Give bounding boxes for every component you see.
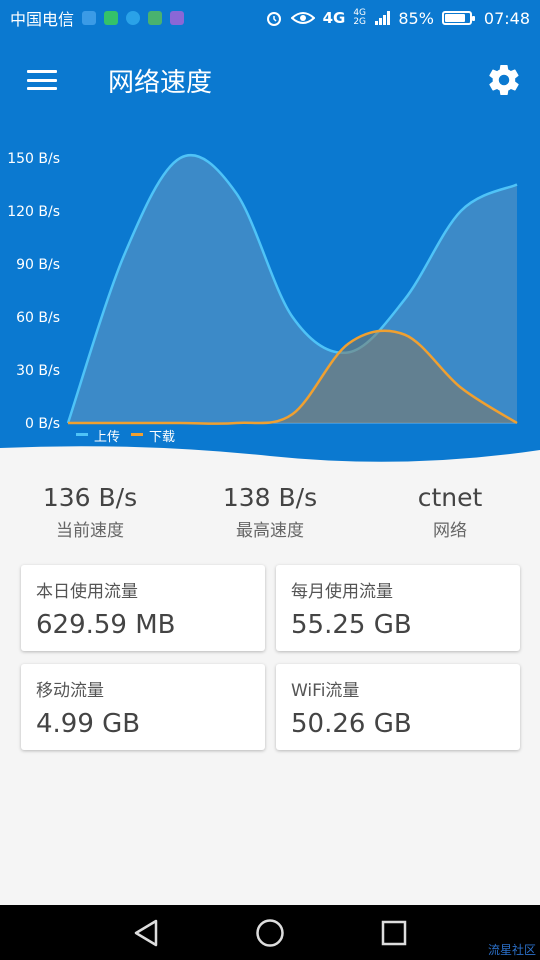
y-tick-label: 150 B/s bbox=[7, 151, 60, 167]
battery-percent: 85% bbox=[398, 8, 434, 28]
legend-label: 上传 bbox=[94, 430, 120, 445]
chart-bottom-wave bbox=[0, 446, 540, 462]
stat-label: 当前速度 bbox=[56, 521, 124, 541]
y-tick-label: 90 B/s bbox=[16, 257, 60, 273]
stat-current-speed: 136 B/s 当前速度 bbox=[0, 483, 180, 541]
y-tick-label: 120 B/s bbox=[7, 204, 60, 220]
signal-icon bbox=[375, 11, 391, 25]
card-title: 每月使用流量 bbox=[291, 582, 393, 602]
card-value: 55.25 GB bbox=[291, 610, 412, 640]
alarm-icon bbox=[266, 12, 281, 26]
app-bar: 网络速度 bbox=[0, 36, 540, 124]
recents-button[interactable] bbox=[376, 915, 412, 951]
stats-row: 136 B/s 当前速度 138 B/s 最高速度 ctnet 网络 bbox=[0, 483, 540, 541]
back-button[interactable] bbox=[128, 915, 164, 951]
stat-value: 136 B/s bbox=[42, 483, 138, 512]
notification-icon-4 bbox=[148, 11, 163, 25]
notification-icon-5 bbox=[170, 11, 185, 25]
menu-button[interactable] bbox=[0, 36, 84, 124]
clock: 07:48 bbox=[483, 8, 530, 28]
card-title: 移动流量 bbox=[36, 681, 104, 701]
back-triangle-icon bbox=[134, 919, 158, 946]
legend-swatch bbox=[131, 433, 143, 436]
y-tick-label: 0 B/s bbox=[25, 416, 60, 432]
stat-label: 网络 bbox=[433, 521, 467, 541]
stat-value: 138 B/s bbox=[222, 483, 318, 512]
notification-icon-1 bbox=[82, 11, 97, 25]
home-button[interactable] bbox=[252, 915, 288, 951]
card-value: 4.99 GB bbox=[36, 709, 141, 739]
card-daily-usage[interactable]: 本日使用流量 629.59 MB bbox=[21, 565, 265, 651]
y-tick-label: 60 B/s bbox=[16, 310, 60, 326]
card-mobile-data[interactable]: 移动流量 4.99 GB bbox=[21, 664, 265, 750]
speed-chart: 0 B/s 30 B/s 60 B/s 90 B/s 120 B/s 150 B/s 上传 下… bbox=[0, 124, 540, 462]
speed-chart-svg: 0 B/s 30 B/s 60 B/s 90 B/s 120 B/s 150 B/s 上传 下… bbox=[0, 151, 540, 462]
stat-max-speed: 138 B/s 最高速度 bbox=[180, 483, 360, 541]
system-nav-bar bbox=[0, 905, 540, 960]
page-title: 网络速度 bbox=[108, 67, 213, 98]
recents-square-icon bbox=[381, 920, 407, 945]
legend-swatch bbox=[76, 433, 88, 436]
stat-value: ctnet bbox=[417, 483, 483, 512]
battery-icon bbox=[441, 11, 475, 25]
hamburger-menu-icon bbox=[27, 70, 57, 90]
network-type: 4G bbox=[322, 9, 346, 27]
card-title: 本日使用流量 bbox=[36, 582, 138, 602]
home-circle-icon bbox=[256, 918, 284, 947]
legend-label: 下载 bbox=[149, 430, 175, 445]
carrier-name: 中国电信 bbox=[10, 10, 75, 29]
stat-network: ctnet 网络 bbox=[360, 483, 540, 541]
notification-icon-2 bbox=[104, 11, 119, 25]
status-bar: 中国电信 4G 4G 2G 85% 07:48 bbox=[0, 0, 540, 36]
watermark: 流星社区 bbox=[487, 943, 536, 957]
card-title: WiFi流量 bbox=[291, 681, 360, 701]
card-value: 50.26 GB bbox=[291, 709, 412, 739]
stat-label: 最高速度 bbox=[236, 521, 304, 541]
card-value: 629.59 MB bbox=[36, 610, 176, 640]
card-wifi-data[interactable]: WiFi流量 50.26 GB bbox=[276, 664, 520, 750]
eye-icon bbox=[290, 12, 315, 24]
network-type-small: 4G 2G bbox=[353, 8, 367, 27]
card-monthly-usage[interactable]: 每月使用流量 55.25 GB bbox=[276, 565, 520, 651]
gear-icon[interactable] bbox=[486, 62, 522, 98]
y-tick-label: 30 B/s bbox=[16, 363, 60, 379]
notification-icon-3 bbox=[126, 11, 141, 25]
